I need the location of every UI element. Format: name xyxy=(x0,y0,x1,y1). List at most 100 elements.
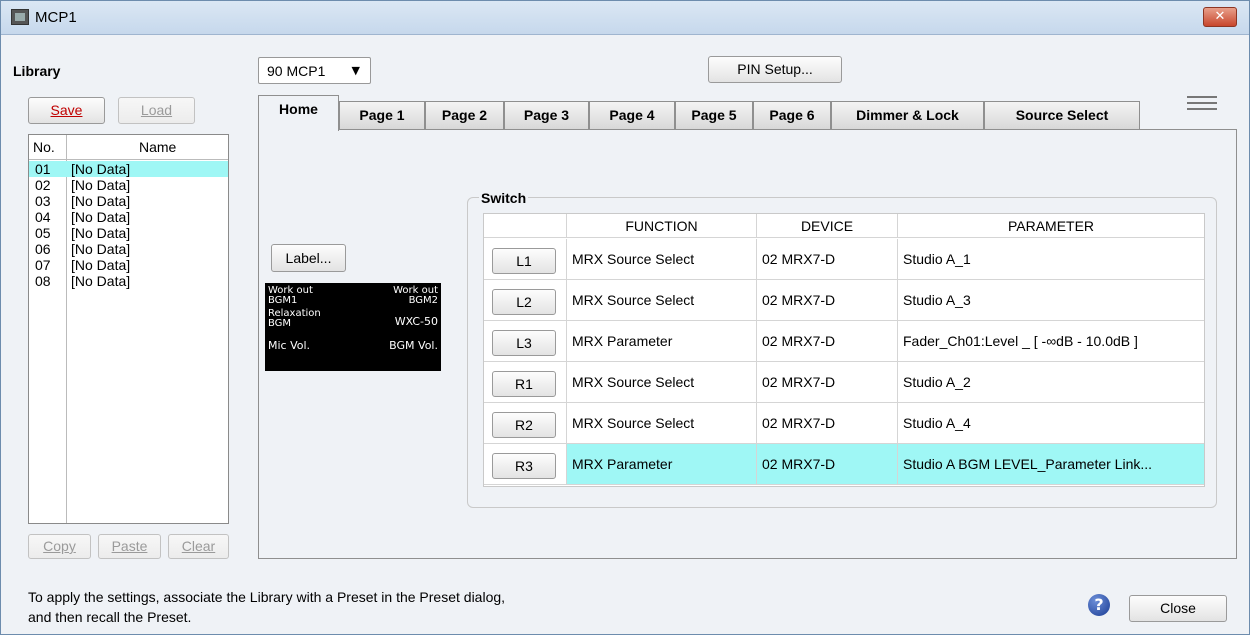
tab-home[interactable]: Home xyxy=(258,95,339,131)
library-row-name: [No Data] xyxy=(71,177,131,193)
tab-page-4[interactable]: Page 4 xyxy=(589,101,675,130)
clear-button[interactable]: Clear xyxy=(168,534,229,559)
library-list-header: No. Name xyxy=(29,135,228,160)
col-name-header: Name xyxy=(139,139,177,155)
library-row[interactable]: 03 [No Data] xyxy=(29,193,228,209)
switch-function-cell[interactable]: MRX Source Select xyxy=(567,239,757,279)
tab-dimmer-lock[interactable]: Dimmer & Lock xyxy=(831,101,984,130)
switch-row[interactable]: R1 MRX Source Select 02 MRX7-D Studio A_2 xyxy=(484,362,1204,403)
switch-row[interactable]: R2 MRX Source Select 02 MRX7-D Studio A_4 xyxy=(484,403,1204,444)
tab-page-1[interactable]: Page 1 xyxy=(339,101,425,130)
switch-row[interactable]: L1 MRX Source Select 02 MRX7-D Studio A_1 xyxy=(484,239,1204,280)
switch-row[interactable]: L2 MRX Source Select 02 MRX7-D Studio A_3 xyxy=(484,280,1204,321)
col-no-header: No. xyxy=(33,139,55,155)
preview-text: Mic Vol. xyxy=(268,339,311,352)
pin-setup-button[interactable]: PIN Setup... xyxy=(708,56,842,83)
switch-device-cell[interactable]: 02 MRX7-D xyxy=(757,280,898,320)
switch-key-cell: R1 xyxy=(484,362,567,402)
switch-key-cell: L3 xyxy=(484,321,567,361)
switch-parameter-cell[interactable]: Studio A_3 xyxy=(898,280,1204,320)
footer-hint-line: To apply the settings, associate the Lib… xyxy=(28,589,506,605)
switch-row[interactable]: L3 MRX Parameter 02 MRX7-D Fader_Ch01:Level… xyxy=(484,321,1204,362)
menu-icon[interactable] xyxy=(1187,96,1217,112)
library-row-no: 05 xyxy=(35,225,51,241)
tab-page-6[interactable]: Page 6 xyxy=(753,101,831,130)
switch-device-cell[interactable]: 02 MRX7-D xyxy=(757,444,898,484)
copy-button[interactable]: Copy xyxy=(28,534,91,559)
library-row-name: [No Data] xyxy=(71,273,131,289)
library-row[interactable]: 08 [No Data] xyxy=(29,273,228,289)
device-select-value: 90 MCP1 xyxy=(267,63,326,79)
library-row[interactable]: 02 [No Data] xyxy=(29,177,228,193)
switch-row[interactable]: R3 MRX Parameter 02 MRX7-D Studio A BGM LEV… xyxy=(484,444,1204,485)
switch-function-cell[interactable]: MRX Source Select xyxy=(567,280,757,320)
save-button[interactable]: Save xyxy=(28,97,105,124)
switch-parameter-cell[interactable]: Studio A_2 xyxy=(898,362,1204,402)
footer-hint-line: and then recall the Preset. xyxy=(28,609,192,625)
label-button[interactable]: Label... xyxy=(271,244,346,272)
device-select[interactable]: 90 MCP1 ▼ xyxy=(258,57,371,84)
tab-page-3[interactable]: Page 3 xyxy=(504,101,589,130)
mcp1-window: MCP1 ✕ Library Save Load No. Name 01 [No … xyxy=(0,0,1250,635)
switch-key-cell: L2 xyxy=(484,280,567,320)
panel-label-preview: Work out BGM1 Work out BGM2 Relaxation B… xyxy=(265,283,441,371)
chevron-down-icon: ▼ xyxy=(351,64,360,77)
library-row[interactable]: 04 [No Data] xyxy=(29,209,228,225)
library-row-no: 02 xyxy=(35,177,51,193)
library-list: No. Name 01 [No Data] 02 [No Data] 03 [No Dat… xyxy=(28,134,229,524)
footer-hint: To apply the settings, associate the Lib… xyxy=(28,587,505,627)
tab-page-5[interactable]: Page 5 xyxy=(675,101,753,130)
paste-button[interactable]: Paste xyxy=(98,534,161,559)
library-row-name: [No Data] xyxy=(71,209,131,225)
switch-parameter-cell[interactable]: Studio A_1 xyxy=(898,239,1204,279)
switch-key-cell: R3 xyxy=(484,444,567,484)
window-close-button[interactable]: ✕ xyxy=(1203,7,1237,27)
preview-text: BGM xyxy=(268,318,292,329)
switch-group-title: Switch xyxy=(479,190,529,206)
switch-parameter-cell[interactable]: Fader_Ch01:Level _ [ -∞dB - 10.0dB ] xyxy=(898,321,1204,361)
preview-text: WXC-50 xyxy=(394,315,438,328)
preview-text: BGM1 xyxy=(268,295,298,306)
switch-key-cell: L1 xyxy=(484,239,567,279)
switch-function-cell[interactable]: MRX Source Select xyxy=(567,403,757,443)
switch-key-button[interactable]: R2 xyxy=(492,412,556,438)
library-row-name: [No Data] xyxy=(71,161,131,177)
switch-function-cell[interactable]: MRX Parameter xyxy=(567,444,757,484)
close-button[interactable]: Close xyxy=(1129,595,1227,622)
app-icon xyxy=(11,9,29,25)
switch-device-cell[interactable]: 02 MRX7-D xyxy=(757,321,898,361)
switch-function-cell[interactable]: MRX Source Select xyxy=(567,362,757,402)
tab-page-2[interactable]: Page 2 xyxy=(425,101,504,130)
switch-parameter-cell[interactable]: Studio A BGM LEVEL_Parameter Link... xyxy=(898,444,1204,484)
library-row-name: [No Data] xyxy=(71,241,131,257)
switch-device-cell[interactable]: 02 MRX7-D xyxy=(757,403,898,443)
library-row[interactable]: 07 [No Data] xyxy=(29,257,228,273)
tab-source-select[interactable]: Source Select xyxy=(984,101,1140,130)
switch-key-button[interactable]: L2 xyxy=(492,289,556,315)
switch-key-button[interactable]: L3 xyxy=(492,330,556,356)
parameter-header: PARAMETER xyxy=(898,214,1204,238)
library-heading: Library xyxy=(13,63,61,79)
switch-key-button[interactable]: L1 xyxy=(492,248,556,274)
switch-function-cell[interactable]: MRX Parameter xyxy=(567,321,757,361)
library-row-no: 07 xyxy=(35,257,51,273)
library-row-no: 04 xyxy=(35,209,51,225)
switch-parameter-cell[interactable]: Studio A_4 xyxy=(898,403,1204,443)
switch-device-cell[interactable]: 02 MRX7-D xyxy=(757,239,898,279)
library-row[interactable]: 05 [No Data] xyxy=(29,225,228,241)
preview-text: BGM2 xyxy=(408,295,438,306)
help-icon[interactable]: ? xyxy=(1088,594,1110,616)
library-row[interactable]: 06 [No Data] xyxy=(29,241,228,257)
load-button[interactable]: Load xyxy=(118,97,195,124)
library-row-no: 08 xyxy=(35,273,51,289)
library-row-name: [No Data] xyxy=(71,257,131,273)
switch-key-button[interactable]: R1 xyxy=(492,371,556,397)
library-row-name: [No Data] xyxy=(71,225,131,241)
switch-device-cell[interactable]: 02 MRX7-D xyxy=(757,362,898,402)
function-header: FUNCTION xyxy=(567,214,757,238)
library-row-name: [No Data] xyxy=(71,193,131,209)
library-row-no: 01 xyxy=(35,161,51,177)
library-row[interactable]: 01 [No Data] xyxy=(29,161,228,177)
switch-key-button[interactable]: R3 xyxy=(492,453,556,479)
switch-header-blank xyxy=(484,214,567,238)
